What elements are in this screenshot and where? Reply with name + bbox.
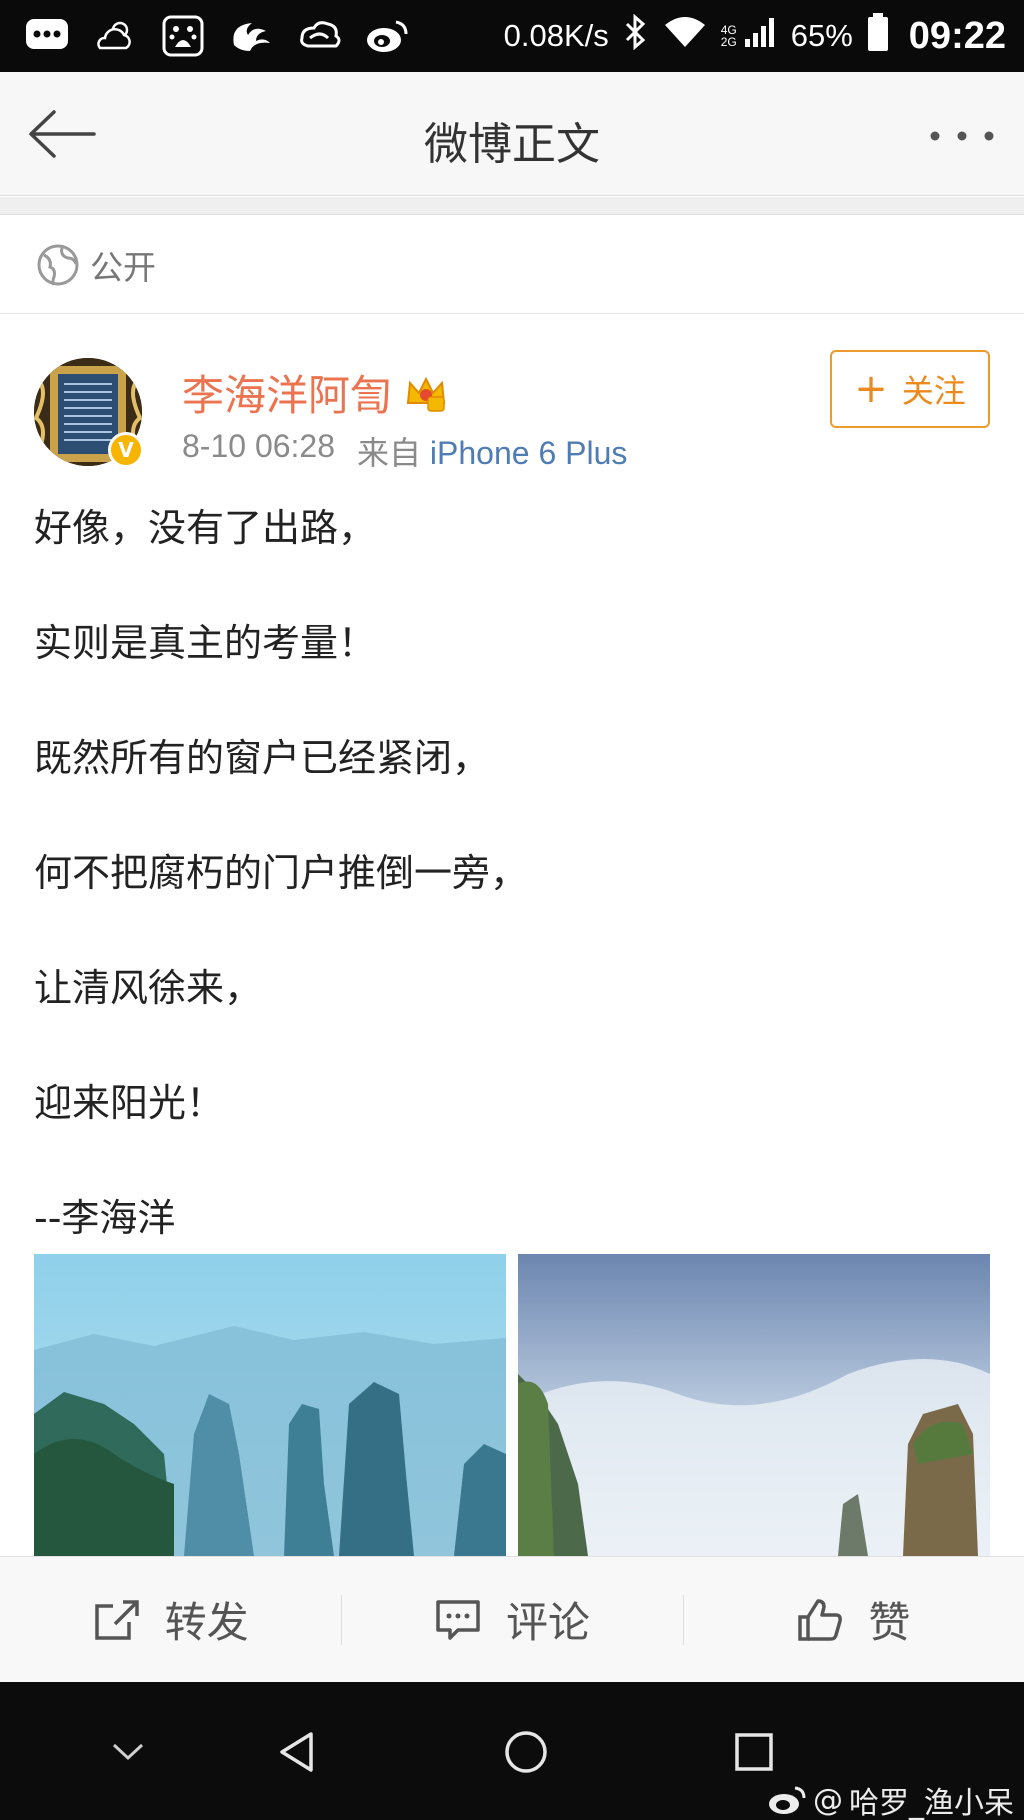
repost-label: 转发 [164, 1598, 249, 1647]
post-meta: 8-10 06:28 来自 iPhone 6 Plus [182, 428, 627, 474]
like-label: 赞 [868, 1598, 911, 1647]
plus-icon: + [854, 366, 888, 412]
weibo-icon [362, 13, 412, 59]
watermark-text: 哈罗_渔小呆 [849, 1786, 1014, 1820]
wifi-icon [663, 15, 707, 57]
post-line: 迎来阳光！ [34, 1081, 225, 1125]
weather-icon [90, 13, 140, 59]
cloud-icon [294, 13, 344, 59]
page-title: 微博正文 [424, 119, 600, 170]
post-line: 让清风徐来， [34, 966, 263, 1010]
vip-crown-icon [406, 376, 446, 412]
baidu-icon [158, 13, 208, 59]
signal-icon [743, 15, 777, 57]
comment-button[interactable]: 评论 [341, 1557, 682, 1682]
triangle-back-icon [280, 1732, 313, 1772]
watermark-at: @ [813, 1782, 843, 1818]
title-bar: 微博正文 [0, 72, 1024, 196]
uc-browser-icon [226, 13, 276, 59]
net-speed: 0.08K/s [503, 18, 609, 53]
post-source: 来自 iPhone 6 Plus [357, 428, 627, 474]
bluetooth-icon [623, 13, 649, 58]
comment-icon [436, 1599, 480, 1640]
repost-icon [94, 1599, 139, 1640]
comment-label: 评论 [505, 1598, 590, 1647]
clock: 09:22 [908, 14, 1006, 57]
post-line: 好像，没有了出路， [34, 506, 377, 550]
square-recents-icon [735, 1733, 773, 1771]
post-timestamp: 8-10 06:28 [182, 428, 336, 464]
like-button[interactable]: 赞 [682, 1557, 1024, 1682]
visibility-row: 公开 [0, 216, 1024, 314]
battery-icon [867, 12, 889, 60]
weibo-logo-icon [769, 1786, 806, 1814]
repost-button[interactable]: 转发 [0, 1557, 341, 1682]
action-bar: 转发 评论 赞 [0, 1556, 1024, 1682]
battery-percent: 65% [790, 18, 853, 53]
author-name-row[interactable]: 李海洋阿訇 [182, 362, 448, 423]
network-type-bottom: 2G [720, 35, 737, 49]
section-divider [0, 197, 1024, 215]
message-icon [22, 13, 72, 59]
notification-icons [22, 10, 412, 62]
globe-icon [37, 244, 79, 286]
network-type: 4G 2G [721, 24, 737, 48]
avatar[interactable]: V [34, 358, 144, 468]
thumbs-up-icon [798, 1598, 843, 1641]
visibility-label: 公开 [90, 247, 156, 287]
system-nav-bar: @ 哈罗_渔小呆 [0, 1682, 1024, 1820]
follow-button[interactable]: + 关注 [830, 350, 990, 428]
source-device[interactable]: iPhone 6 Plus [430, 435, 627, 471]
post-line: 既然所有的窗户已经紧闭， [34, 736, 491, 780]
system-status: 0.08K/s 4G 2G 65% 09:22 [504, 0, 1006, 72]
post-image-2[interactable] [518, 1254, 990, 1556]
more-button[interactable] [922, 116, 1002, 156]
post-body: 好像，没有了出路， 实则是真主的考量！ 既然所有的窗户已经紧闭， 何不把腐朽的门… [34, 498, 994, 1303]
author-name[interactable]: 李海洋阿訇 [182, 362, 392, 423]
follow-label: 关注 [901, 372, 966, 410]
more-dots-icon [930, 131, 994, 141]
post-line: 实则是真主的考量！ [34, 621, 377, 665]
post-images [34, 1254, 990, 1556]
nav-recents-button[interactable] [724, 1722, 784, 1782]
post-line: 何不把腐朽的门户推倒一旁， [34, 851, 529, 895]
post-image-1[interactable] [34, 1254, 506, 1556]
hide-keyboard-button[interactable] [98, 1722, 158, 1782]
watermark: @ 哈罗_渔小呆 [767, 1778, 1014, 1820]
verified-badge: V [108, 432, 144, 468]
circle-home-icon [505, 1731, 547, 1773]
status-bar: 0.08K/s 4G 2G 65% 09:22 [0, 0, 1024, 72]
source-prefix: 来自 [357, 435, 422, 471]
chevron-down-icon [112, 1743, 144, 1761]
nav-back-button[interactable] [266, 1722, 326, 1782]
nav-home-button[interactable] [496, 1722, 556, 1782]
